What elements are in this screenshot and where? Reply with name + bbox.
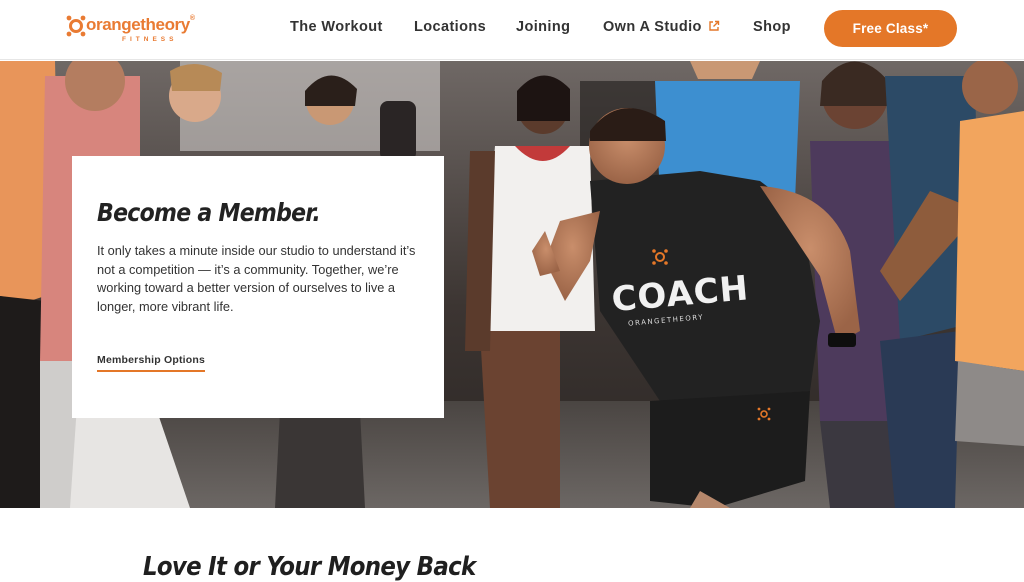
membership-options-link[interactable]: Membership Options xyxy=(97,354,206,372)
nav-item-locations[interactable]: Locations xyxy=(414,19,486,35)
hero-section: COACH ORANGETHEORY Become a Member. It o… xyxy=(0,61,1024,508)
money-back-title: Love It or Your Money Back xyxy=(143,552,476,582)
nav-item-the-workout[interactable]: The Workout xyxy=(290,19,383,35)
site-header: orangetheory® FITNESS The Workout Locati… xyxy=(0,0,1024,60)
membership-card-body: It only takes a minute inside our studio… xyxy=(97,243,416,314)
membership-card: Become a Member. It only takes a minute … xyxy=(72,156,444,418)
membership-card-title: Become a Member. xyxy=(97,198,321,227)
logo-wordmark-text: orangetheory xyxy=(86,15,190,34)
free-class-button[interactable]: Free Class* xyxy=(824,10,957,47)
nav-item-joining[interactable]: Joining xyxy=(516,19,570,35)
nav-item-shop[interactable]: Shop xyxy=(753,19,791,35)
nav-item-own-a-studio-label: Own A Studio xyxy=(603,19,702,35)
logo-registered-mark: ® xyxy=(189,15,195,22)
external-link-icon xyxy=(709,20,719,31)
logo-mark-icon xyxy=(66,15,86,37)
money-back-section: Love It or Your Money Back xyxy=(0,508,1024,582)
nav-item-own-a-studio[interactable]: Own A Studio xyxy=(603,19,720,35)
logo-subtitle: FITNESS xyxy=(122,36,178,43)
logo-wordmark: orangetheory® xyxy=(86,15,195,35)
brand-logo[interactable]: orangetheory® FITNESS xyxy=(66,12,196,48)
